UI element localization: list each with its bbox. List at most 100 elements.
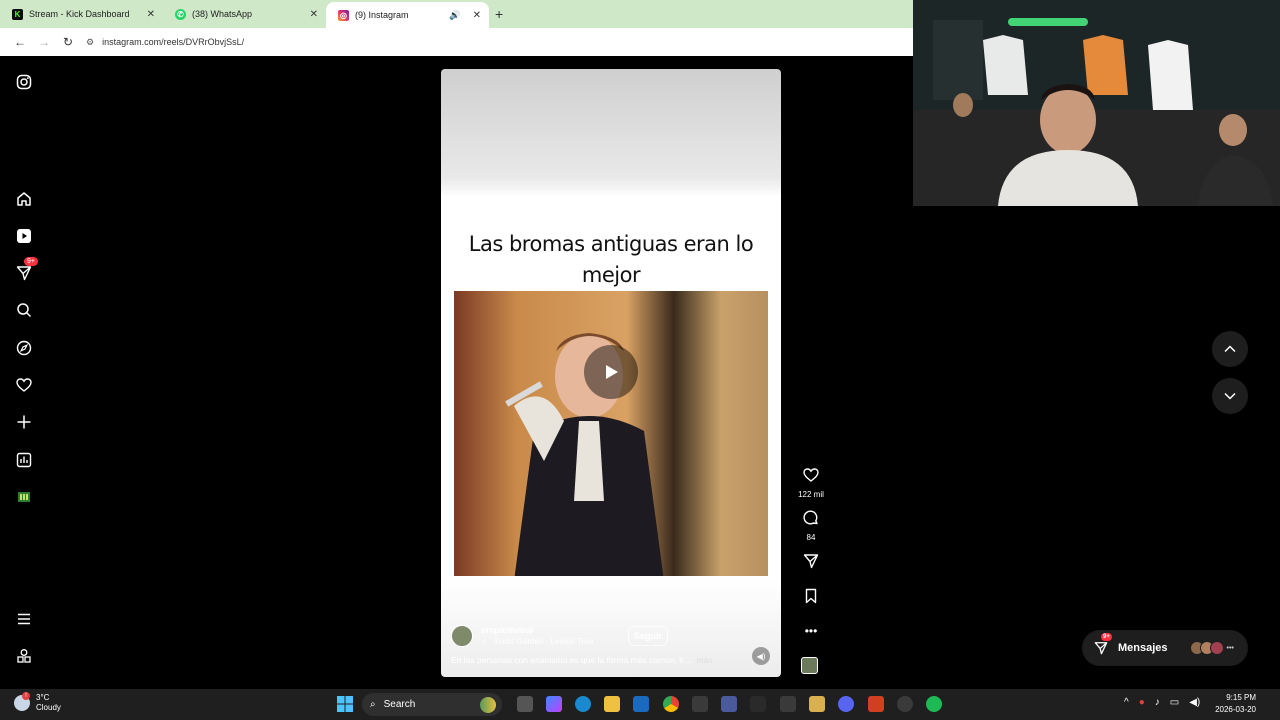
author-avatar[interactable] bbox=[451, 625, 473, 647]
like-button[interactable]: 122 mil bbox=[796, 467, 826, 499]
search-placeholder: Search bbox=[383, 699, 416, 710]
comment-count: 84 bbox=[806, 533, 816, 542]
whatsapp-icon: ✆ bbox=[175, 8, 186, 20]
sidebar: 9+ bbox=[0, 57, 48, 689]
author-username[interactable]: empiemviral bbox=[481, 625, 534, 635]
share-button[interactable] bbox=[796, 553, 826, 574]
ellipsis-icon: ••• bbox=[1226, 644, 1234, 652]
messages-label: Mensajes bbox=[1118, 642, 1168, 654]
recording-icon[interactable]: ● bbox=[1139, 697, 1145, 708]
music-title: Fools Garden · Lemon Tree bbox=[495, 637, 594, 646]
site-settings-icon[interactable]: ⚙ bbox=[86, 37, 94, 48]
kick-icon: K bbox=[12, 8, 23, 20]
chevron-up-icon[interactable]: ^ bbox=[1124, 697, 1129, 708]
clock[interactable]: 9:15 PM 2026-03-20 bbox=[1215, 692, 1256, 716]
apps-icon[interactable] bbox=[14, 646, 34, 666]
cloud-icon: ! bbox=[14, 692, 30, 711]
tools-icon[interactable] bbox=[780, 696, 796, 712]
weather-temp: 3°C bbox=[36, 693, 50, 702]
microphone-icon[interactable]: ♪ bbox=[1155, 697, 1160, 708]
outlook-icon[interactable] bbox=[633, 696, 649, 712]
instagram-logo-icon[interactable] bbox=[14, 72, 34, 92]
follow-button[interactable]: Seguir bbox=[628, 626, 669, 646]
direct-messages-icon[interactable]: 9+ bbox=[14, 257, 38, 283]
reel-description: En las personas con enanismo es que la f… bbox=[451, 655, 713, 665]
avatar bbox=[1209, 641, 1224, 655]
search-icon[interactable] bbox=[14, 300, 34, 320]
edge-icon[interactable] bbox=[575, 696, 591, 712]
heart-icon[interactable] bbox=[14, 375, 34, 395]
instagram-icon: ◎ bbox=[338, 9, 349, 21]
audio-thumbnail[interactable] bbox=[801, 657, 818, 674]
volume-icon[interactable]: ◀) bbox=[1189, 697, 1200, 708]
messages-badge: 9+ bbox=[1101, 633, 1112, 641]
screen: K Stream - Kick Dashboard ✕ ✆ (38) Whats… bbox=[0, 0, 1280, 720]
dashboard-icon[interactable] bbox=[14, 450, 34, 470]
windows-start-icon[interactable] bbox=[337, 696, 353, 712]
chevron-up-icon bbox=[1224, 345, 1236, 353]
tab-whatsapp[interactable]: ✆ (38) WhatsApp ✕ bbox=[163, 0, 326, 28]
weather-desc: Cloudy bbox=[36, 703, 61, 712]
comment-icon bbox=[803, 510, 818, 525]
tab-title: Stream - Kick Dashboard bbox=[29, 9, 130, 19]
ellipsis-icon: ••• bbox=[804, 624, 818, 638]
webcam-scene bbox=[913, 0, 1280, 206]
reel-caption: Las bromas antiguas eran lo mejor bbox=[468, 232, 754, 287]
forward-button[interactable]: → bbox=[32, 35, 56, 49]
description-text: En las personas con enanismo es que la f… bbox=[451, 655, 693, 665]
discord-icon[interactable] bbox=[838, 696, 854, 712]
profile-avatar-icon[interactable] bbox=[14, 487, 34, 507]
url-text: instagram.com/reels/DVRrObvjSsL/ bbox=[102, 37, 245, 47]
close-icon[interactable]: ✕ bbox=[473, 10, 481, 21]
streaming-app-icon[interactable] bbox=[868, 696, 884, 712]
comment-button[interactable]: 84 bbox=[796, 510, 826, 542]
url-field[interactable]: ⚙ instagram.com/reels/DVRrObvjSsL/ bbox=[86, 37, 244, 48]
speaker-icon[interactable]: 🔊 bbox=[449, 10, 460, 21]
tab-title: (38) WhatsApp bbox=[192, 9, 253, 19]
close-icon[interactable]: ✕ bbox=[310, 9, 318, 20]
explore-icon[interactable] bbox=[14, 338, 34, 358]
vpn-icon[interactable] bbox=[721, 696, 737, 712]
send-icon bbox=[1094, 642, 1108, 655]
mute-button[interactable]: ◀) bbox=[752, 647, 770, 665]
weather-widget[interactable]: ! 3°C Cloudy bbox=[14, 692, 61, 713]
tab-kick-dashboard[interactable]: K Stream - Kick Dashboard ✕ bbox=[0, 0, 163, 28]
notes-icon[interactable] bbox=[809, 696, 825, 712]
music-note-icon: ♫ bbox=[481, 637, 487, 646]
reel-card[interactable]: Las bromas antiguas eran lo mejor empiem… bbox=[441, 69, 781, 677]
home-icon[interactable] bbox=[14, 189, 34, 209]
reel-video[interactable] bbox=[454, 291, 768, 576]
menu-icon[interactable] bbox=[14, 609, 34, 629]
reels-icon[interactable] bbox=[14, 226, 34, 246]
new-tab-button[interactable]: + bbox=[495, 6, 503, 22]
music-info[interactable]: ♫ Fools Garden · Lemon Tree bbox=[481, 637, 593, 646]
browser-tab-bar: K Stream - Kick Dashboard ✕ ✆ (38) Whats… bbox=[0, 0, 913, 28]
task-view-icon[interactable] bbox=[517, 696, 533, 712]
save-button[interactable] bbox=[796, 588, 826, 609]
file-explorer-icon[interactable] bbox=[604, 696, 620, 712]
previous-reel-button[interactable] bbox=[1212, 331, 1248, 367]
taskbar-search[interactable]: ⌕ Search bbox=[362, 693, 502, 716]
chevron-down-icon bbox=[1224, 392, 1236, 400]
obs-icon[interactable] bbox=[897, 696, 913, 712]
back-button[interactable]: ← bbox=[8, 35, 32, 49]
copilot-icon[interactable] bbox=[546, 696, 562, 712]
clock-time: 9:15 PM bbox=[1226, 693, 1256, 702]
reload-button[interactable]: ↻ bbox=[56, 35, 80, 49]
spotify-icon[interactable] bbox=[926, 696, 942, 712]
more-link[interactable]: más bbox=[696, 655, 712, 665]
next-reel-button[interactable] bbox=[1212, 378, 1248, 414]
create-icon[interactable] bbox=[14, 412, 34, 432]
more-options-button[interactable]: ••• bbox=[796, 622, 826, 640]
webcam-overlay bbox=[913, 0, 1280, 206]
close-icon[interactable]: ✕ bbox=[147, 9, 155, 20]
clock-date: 2026-03-20 bbox=[1215, 705, 1256, 714]
play-button[interactable] bbox=[584, 345, 638, 399]
apps-grid-icon[interactable] bbox=[750, 696, 766, 712]
tab-instagram[interactable]: ◎ (9) Instagram 🔊 ✕ bbox=[326, 2, 489, 28]
notification-badge: 9+ bbox=[24, 257, 38, 266]
chrome-icon[interactable] bbox=[663, 696, 679, 712]
store-icon[interactable] bbox=[692, 696, 708, 712]
network-icon[interactable]: ▭ bbox=[1170, 697, 1179, 708]
messages-button[interactable]: 9+ Mensajes ••• bbox=[1082, 630, 1248, 666]
